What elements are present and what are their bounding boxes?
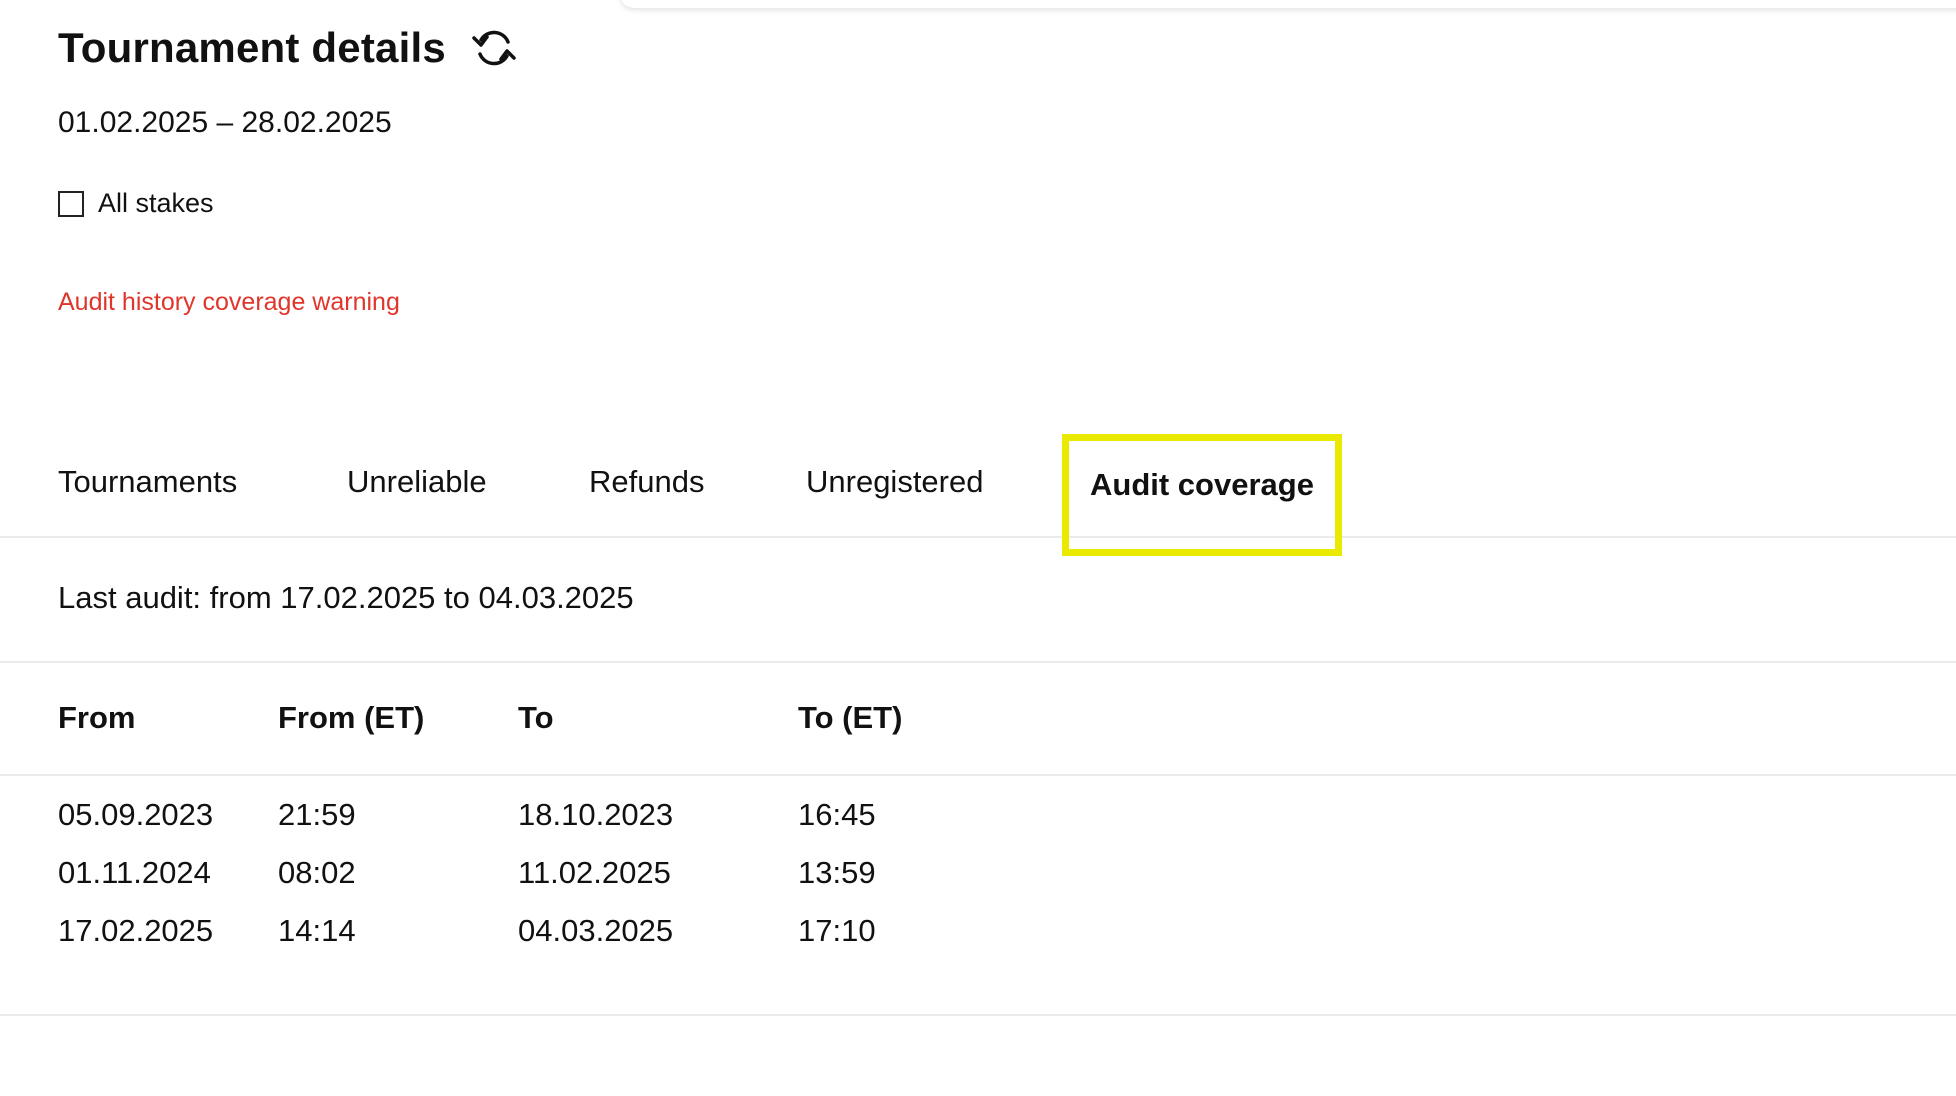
- cell-from-et: 21:59: [278, 797, 356, 832]
- cell-to: 11.02.2025: [518, 855, 671, 890]
- date-range: 01.02.2025 – 28.02.2025: [58, 106, 392, 139]
- top-panel: [620, 0, 1956, 8]
- audit-warning-link[interactable]: Audit history coverage warning: [58, 288, 400, 317]
- page-title: Tournament details: [58, 24, 446, 71]
- tab-tournaments[interactable]: Tournaments: [58, 464, 237, 500]
- cell-to-et: 17:10: [798, 913, 876, 948]
- tab-unregistered[interactable]: Unregistered: [806, 464, 983, 500]
- cell-to: 04.03.2025: [518, 913, 674, 948]
- cell-from-et: 08:02: [278, 855, 356, 890]
- column-header-from: From: [58, 700, 136, 735]
- column-header-from-et: From (ET): [278, 700, 425, 735]
- cell-from: 17.02.2025: [58, 913, 214, 948]
- divider: [0, 661, 1956, 663]
- all-stakes-checkbox-box[interactable]: [58, 190, 84, 217]
- refresh-icon: [472, 30, 516, 66]
- last-audit-text: Last audit: from 17.02.2025 to 04.03.202…: [58, 580, 634, 615]
- cell-from: 01.11.2024: [58, 855, 211, 890]
- cell-to: 18.10.2023: [518, 797, 674, 832]
- cell-from: 05.09.2023: [58, 797, 214, 832]
- cell-to-et: 13:59: [798, 855, 876, 890]
- divider: [0, 1014, 1956, 1016]
- refresh-button[interactable]: [468, 22, 520, 74]
- cell-to-et: 16:45: [798, 797, 876, 832]
- all-stakes-label: All stakes: [98, 188, 214, 218]
- tab-refunds[interactable]: Refunds: [589, 464, 704, 500]
- cell-from-et: 14:14: [278, 913, 356, 948]
- all-stakes-checkbox[interactable]: All stakes: [58, 188, 214, 219]
- column-header-to: To: [518, 700, 554, 735]
- column-header-to-et: To (ET): [798, 700, 903, 735]
- page-header: Tournament details: [58, 22, 520, 74]
- divider: [0, 774, 1956, 776]
- tab-audit-coverage[interactable]: Audit coverage: [1090, 467, 1314, 503]
- tab-unreliable[interactable]: Unreliable: [347, 464, 487, 500]
- tab-bar: Tournaments Unreliable Refunds Unregiste…: [0, 432, 1956, 556]
